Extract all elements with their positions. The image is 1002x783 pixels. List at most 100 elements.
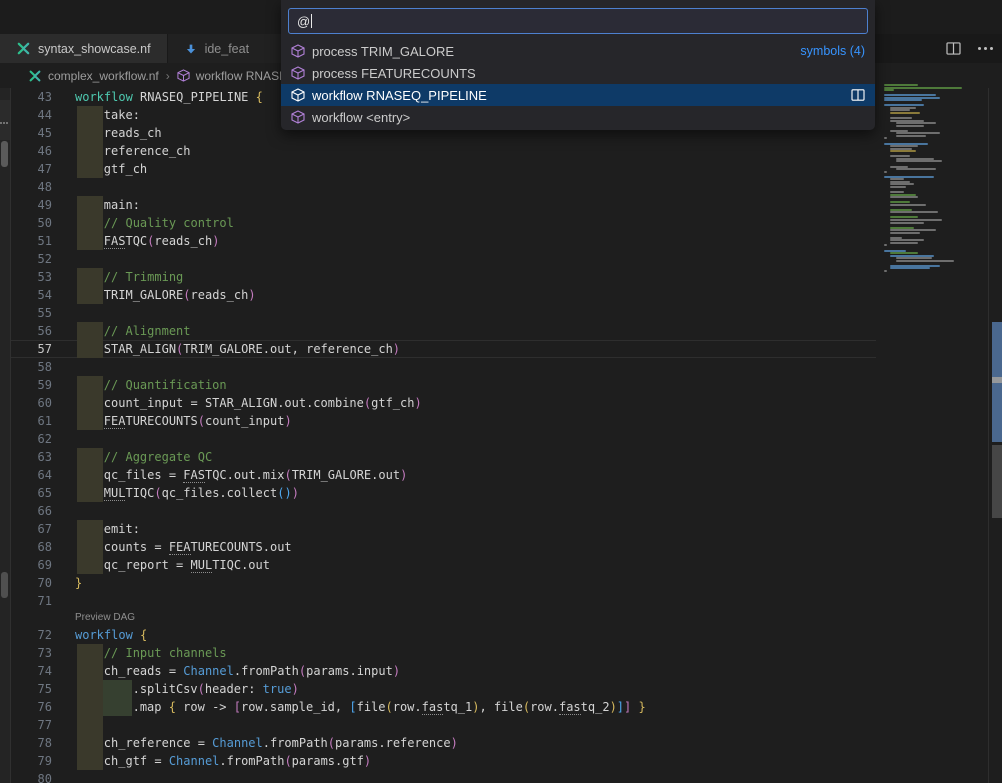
- code-line[interactable]: 67emit:: [0, 520, 876, 538]
- code-line[interactable]: 51FASTQC(reads_ch): [0, 232, 876, 250]
- tab-syntax-showcase[interactable]: syntax_showcase.nf: [0, 34, 167, 63]
- line-number[interactable]: 53: [10, 268, 52, 286]
- split-editor-button[interactable]: [944, 40, 962, 58]
- quick-open-item-label: workflow <entry>: [312, 110, 410, 125]
- minimap-row: [884, 244, 887, 246]
- code-line[interactable]: 50// Quality control: [0, 214, 876, 232]
- line-number[interactable]: 58: [10, 358, 52, 376]
- line-number[interactable]: 51: [10, 232, 52, 250]
- indent-guide-band: [77, 214, 103, 232]
- line-number[interactable]: 70: [10, 574, 52, 592]
- quick-open-input[interactable]: @: [288, 8, 868, 34]
- code-line[interactable]: 62: [0, 430, 876, 448]
- code-line[interactable]: 79ch_gtf = Channel.fromPath(params.gtf): [0, 752, 876, 770]
- line-number[interactable]: 76: [10, 698, 52, 716]
- line-number[interactable]: 60: [10, 394, 52, 412]
- open-to-side-icon[interactable]: [851, 89, 865, 101]
- quick-open-item[interactable]: process FEATURECOUNTS: [281, 62, 875, 84]
- line-number[interactable]: 77: [10, 716, 52, 734]
- code-line[interactable]: 72 workflow {: [0, 626, 876, 644]
- line-number[interactable]: 79: [10, 752, 52, 770]
- code-line[interactable]: 57STAR_ALIGN(TRIM_GALORE.out, reference_…: [0, 340, 876, 358]
- code-line-content: }: [75, 574, 876, 592]
- code-line[interactable]: 64qc_files = FASTQC.out.mix(TRIM_GALORE.…: [0, 466, 876, 484]
- code-line[interactable]: 74ch_reads = Channel.fromPath(params.inp…: [0, 662, 876, 680]
- minimap[interactable]: [882, 84, 982, 284]
- line-number[interactable]: 45: [10, 124, 52, 142]
- code-line[interactable]: 63// Aggregate QC: [0, 448, 876, 466]
- line-number[interactable]: 55: [10, 304, 52, 322]
- quick-open-item[interactable]: workflow RNASEQ_PIPELINE: [281, 84, 875, 106]
- code-line[interactable]: 78ch_reference = Channel.fromPath(params…: [0, 734, 876, 752]
- code-line[interactable]: 71: [0, 592, 876, 610]
- line-number[interactable]: 47: [10, 160, 52, 178]
- line-number[interactable]: 43: [10, 88, 52, 106]
- line-number[interactable]: 62: [10, 430, 52, 448]
- line-number[interactable]: 65: [10, 484, 52, 502]
- code-line[interactable]: 73// Input channels: [0, 644, 876, 662]
- code-line[interactable]: 76.map { row -> [row.sample_id, [file(ro…: [0, 698, 876, 716]
- line-number[interactable]: 57: [10, 340, 52, 358]
- code-line[interactable]: 75.splitCsv(header: true): [0, 680, 876, 698]
- line-number[interactable]: 52: [10, 250, 52, 268]
- line-number[interactable]: 56: [10, 322, 52, 340]
- line-number[interactable]: 64: [10, 466, 52, 484]
- code-line[interactable]: 53// Trimming: [0, 268, 876, 286]
- code-line[interactable]: 61FEATURECOUNTS(count_input): [0, 412, 876, 430]
- codelens-preview-dag[interactable]: Preview DAG: [75, 610, 135, 626]
- line-number[interactable]: 68: [10, 538, 52, 556]
- code-line[interactable]: 54TRIM_GALORE(reads_ch): [0, 286, 876, 304]
- line-number[interactable]: 73: [10, 644, 52, 662]
- code-line[interactable]: 65MULTIQC(qc_files.collect()): [0, 484, 876, 502]
- code-line[interactable]: 77: [0, 716, 876, 734]
- line-number[interactable]: 74: [10, 662, 52, 680]
- code-line[interactable]: 46reference_ch: [0, 142, 876, 160]
- editor-scrollbar-thumb[interactable]: [992, 445, 1002, 518]
- line-number[interactable]: 67: [10, 520, 52, 538]
- code-line[interactable]: 52: [0, 250, 876, 268]
- line-number[interactable]: 72: [10, 626, 52, 644]
- line-number[interactable]: 49: [10, 196, 52, 214]
- line-number[interactable]: 63: [10, 448, 52, 466]
- line-number[interactable]: 75: [10, 680, 52, 698]
- line-number[interactable]: 44: [10, 106, 52, 124]
- code-line[interactable]: 69qc_report = MULTIQC.out: [0, 556, 876, 574]
- code-line[interactable]: 58: [0, 358, 876, 376]
- code-line[interactable]: 66: [0, 502, 876, 520]
- line-number[interactable]: 80: [10, 770, 52, 783]
- line-number[interactable]: 50: [10, 214, 52, 232]
- line-number[interactable]: 69: [10, 556, 52, 574]
- code-line[interactable]: 60count_input = STAR_ALIGN.out.combine(g…: [0, 394, 876, 412]
- quick-open-item[interactable]: workflow <entry>: [281, 106, 875, 128]
- quick-open-item-label: process TRIM_GALORE: [312, 44, 454, 59]
- code-line[interactable]: 80: [0, 770, 876, 783]
- code-line[interactable]: 70}: [0, 574, 876, 592]
- code-line[interactable]: 48: [0, 178, 876, 196]
- code-line[interactable]: 59// Quantification: [0, 376, 876, 394]
- more-actions-button[interactable]: [976, 40, 994, 58]
- line-number[interactable]: 61: [10, 412, 52, 430]
- code-line[interactable]: 55: [0, 304, 876, 322]
- minimap-row: [896, 257, 932, 259]
- line-number[interactable]: 71: [10, 592, 52, 610]
- minimap-row: [884, 84, 918, 86]
- minimap-row: [890, 232, 920, 234]
- code-line-content: workflow {: [75, 626, 876, 644]
- line-number[interactable]: 78: [10, 734, 52, 752]
- code-line[interactable]: 47gtf_ch: [0, 160, 876, 178]
- code-line[interactable]: 68counts = FEATURECOUNTS.out: [0, 538, 876, 556]
- line-number[interactable]: 46: [10, 142, 52, 160]
- line-number[interactable]: 54: [10, 286, 52, 304]
- line-number[interactable]: 59: [10, 376, 52, 394]
- left-scrollbar-thumb-2[interactable]: [1, 572, 8, 598]
- code-editor[interactable]: 43workflow RNASEQ_PIPELINE {44take:45rea…: [0, 88, 876, 783]
- line-number[interactable]: 48: [10, 178, 52, 196]
- minimap-row: [890, 117, 912, 119]
- tab-ide-features[interactable]: ide_feat: [168, 34, 298, 63]
- code-line[interactable]: 49main:: [0, 196, 876, 214]
- code-line[interactable]: 56// Alignment: [0, 322, 876, 340]
- quick-open-item[interactable]: process TRIM_GALOREsymbols (4): [281, 40, 875, 62]
- breadcrumb-file[interactable]: complex_workflow.nf: [48, 69, 159, 83]
- line-number[interactable]: 66: [10, 502, 52, 520]
- left-scrollbar-thumb[interactable]: [1, 141, 8, 167]
